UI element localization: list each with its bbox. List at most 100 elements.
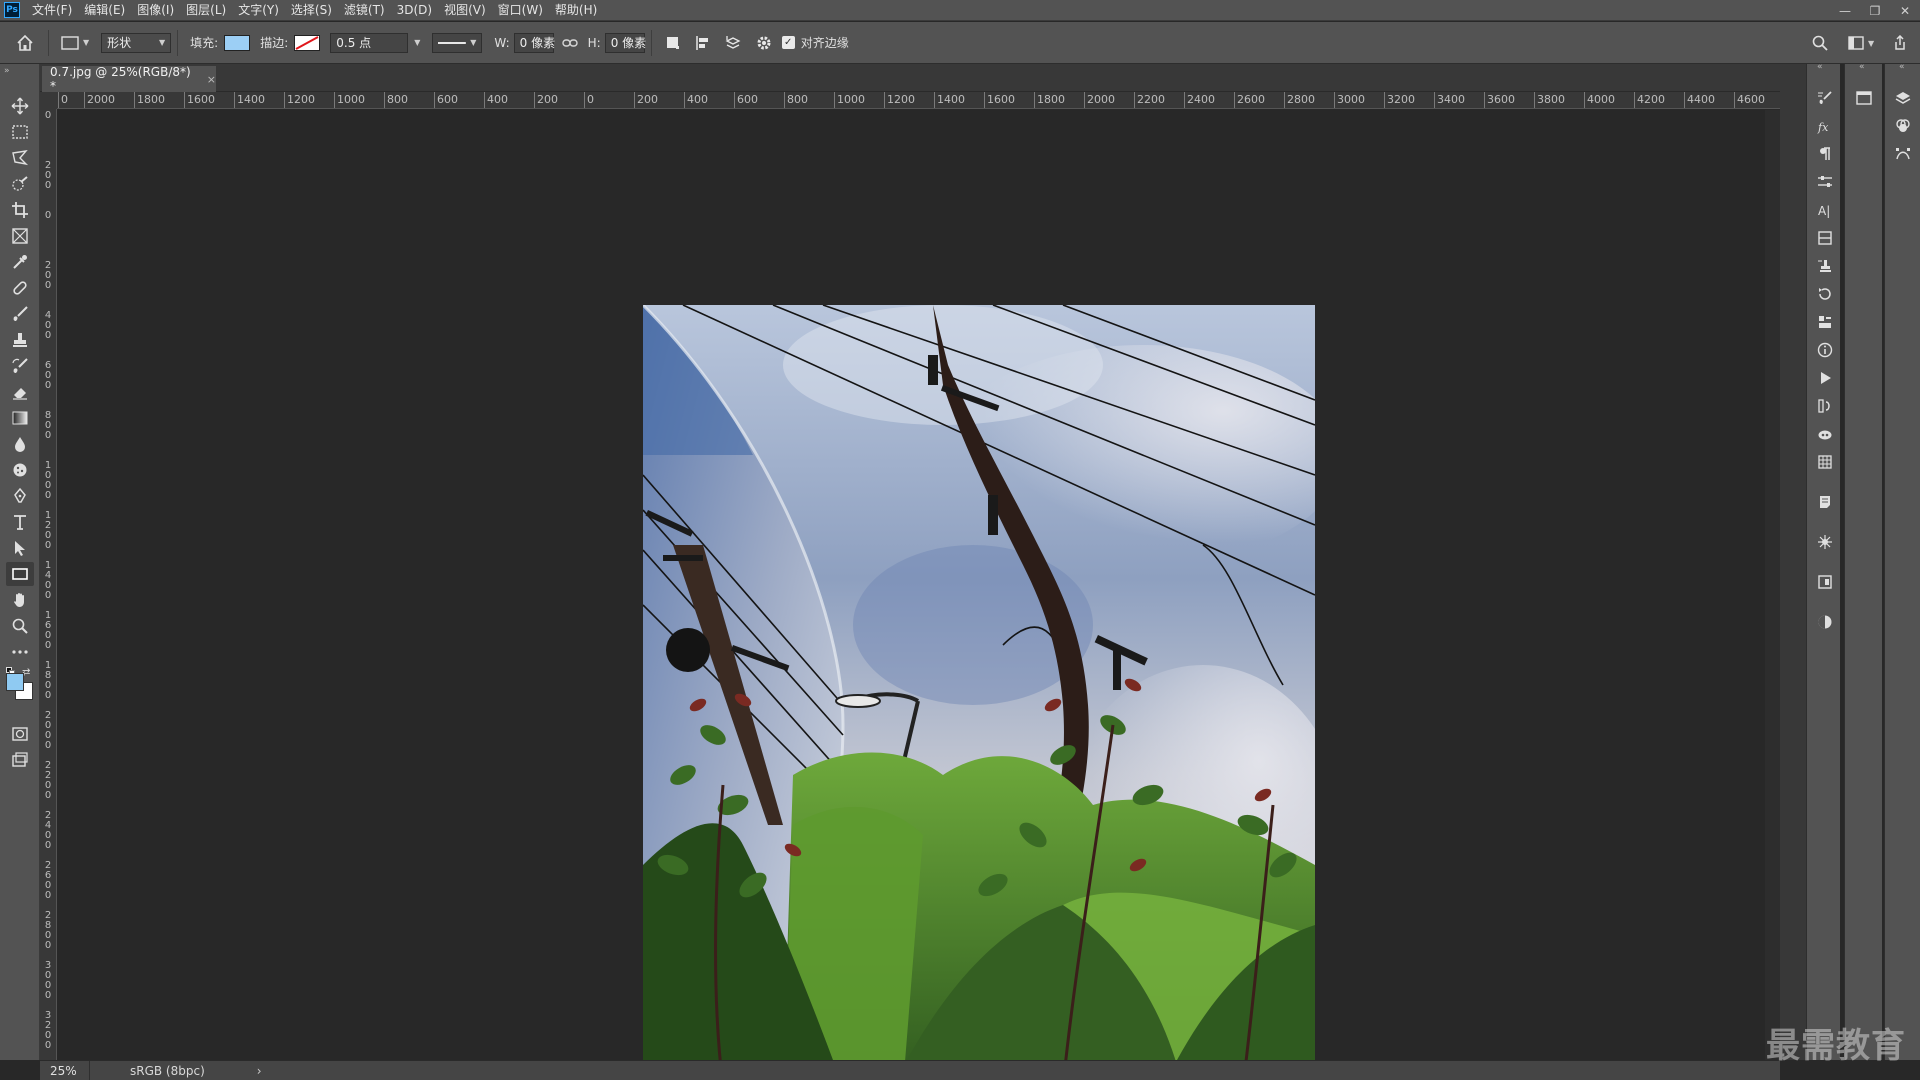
3d-panel-button[interactable] xyxy=(1815,424,1835,444)
search-button[interactable] xyxy=(1812,30,1828,56)
path-operations-button[interactable] xyxy=(664,30,682,56)
stroke-width-field[interactable]: 0.5 点 ▼ xyxy=(330,30,420,56)
width-field[interactable]: 0 像素 xyxy=(513,30,555,56)
pen-tool[interactable] xyxy=(6,484,34,508)
healing-brush-tool[interactable] xyxy=(6,276,34,300)
mode-select[interactable]: 形状 ▼ xyxy=(101,30,172,56)
minimize-button[interactable]: — xyxy=(1830,0,1860,21)
menu-select[interactable]: 选择(S) xyxy=(285,0,338,21)
marquee-tool[interactable] xyxy=(6,120,34,144)
brushes-panel-button[interactable] xyxy=(1815,532,1835,552)
restore-button[interactable]: ❐ xyxy=(1860,0,1890,21)
type-tool[interactable] xyxy=(6,510,34,534)
screen-mode-button[interactable] xyxy=(6,748,34,772)
rectangle-tool[interactable] xyxy=(6,562,34,586)
eraser-tool[interactable] xyxy=(6,380,34,404)
dodge-tool[interactable] xyxy=(6,458,34,482)
menu-filter[interactable]: 滤镜(T) xyxy=(338,0,391,21)
horizontal-ruler[interactable]: 0 2000 1800 1600 1400 1200 1000 800 600 400 200 0 20… xyxy=(57,92,1780,109)
paragraph-icon xyxy=(1820,147,1830,160)
status-menu-arrow[interactable]: › xyxy=(257,1064,262,1078)
stroke-swatch[interactable] xyxy=(294,30,321,56)
crop-tool[interactable] xyxy=(6,198,34,222)
paths-panel-button[interactable] xyxy=(1893,144,1913,164)
menu-file[interactable]: 文件(F) xyxy=(26,0,78,21)
quick-mask-button[interactable] xyxy=(6,722,34,746)
path-selection-tool[interactable] xyxy=(6,536,34,560)
paths-icon xyxy=(1896,148,1910,160)
brush-settings-panel-button[interactable] xyxy=(1815,88,1835,108)
styles-panel-button[interactable]: fx xyxy=(1815,116,1835,136)
clone-stamp-tool[interactable] xyxy=(6,328,34,352)
navigator-panel-button[interactable] xyxy=(1854,88,1874,108)
menu-window[interactable]: 窗口(W) xyxy=(492,0,549,21)
zoom-tool[interactable] xyxy=(6,614,34,638)
collapse-panels-icon[interactable]: « xyxy=(1817,62,1823,72)
tool-presets-panel-button[interactable] xyxy=(1815,312,1835,332)
svg-text:fx: fx xyxy=(1817,121,1829,134)
adjustments-panel-button[interactable] xyxy=(1815,172,1835,192)
chevron-down-icon: ▼ xyxy=(470,38,477,47)
libraries-panel-button[interactable] xyxy=(1815,572,1835,592)
fill-swatch[interactable] xyxy=(224,30,251,56)
align-edges-checkbox[interactable]: ✓ xyxy=(781,30,795,56)
menu-help[interactable]: 帮助(H) xyxy=(549,0,603,21)
share-button[interactable] xyxy=(1892,30,1908,56)
separator xyxy=(177,29,179,56)
vertical-ruler[interactable]: 0 200 0 200 400 600 800 1000 1200 1400 1600 1800 200… xyxy=(40,109,57,1060)
ruler-tick-label: 800 xyxy=(384,92,408,108)
close-tab-button[interactable]: × xyxy=(207,73,216,86)
channels-panel-button[interactable] xyxy=(1893,116,1913,136)
blur-tool[interactable] xyxy=(6,432,34,456)
canvas-area[interactable] xyxy=(58,110,1780,1080)
collapse-toolbar-icon[interactable]: » xyxy=(4,66,10,76)
info-panel-button[interactable] xyxy=(1815,340,1835,360)
menu-layer[interactable]: 图层(L) xyxy=(180,0,232,21)
settings-button[interactable] xyxy=(756,30,772,56)
quick-selection-tool[interactable] xyxy=(6,172,34,196)
vertical-scrollbar[interactable] xyxy=(1765,110,1780,1060)
path-arrangement-button[interactable] xyxy=(724,30,742,56)
layers-panel-button[interactable] xyxy=(1893,88,1913,108)
foreground-color-swatch[interactable] xyxy=(6,673,24,691)
document-tab[interactable]: 0.7.jpg @ 25%(RGB/8*) * × xyxy=(42,65,216,93)
menu-image[interactable]: 图像(I) xyxy=(131,0,180,21)
collapse-panels-icon[interactable]: « xyxy=(1859,62,1865,72)
character-panel-button[interactable]: A| xyxy=(1815,200,1835,220)
timeline-panel-button[interactable] xyxy=(1815,396,1835,416)
brush-tool[interactable] xyxy=(6,302,34,326)
hand-tool[interactable] xyxy=(6,588,34,612)
edit-toolbar-button[interactable] xyxy=(6,640,34,664)
clone-source-panel-button[interactable] xyxy=(1815,256,1835,276)
menu-3d[interactable]: 3D(D) xyxy=(391,0,438,21)
notes-panel-button[interactable] xyxy=(1815,492,1835,512)
stroke-type-select[interactable]: ▼ xyxy=(432,30,483,56)
history-panel-button[interactable] xyxy=(1815,284,1835,304)
workspace-switcher[interactable]: ▼ xyxy=(1848,30,1874,56)
height-field[interactable]: 0 像素 xyxy=(604,30,646,56)
chevron-down-icon: ▼ xyxy=(1868,38,1875,48)
menu-edit[interactable]: 编辑(E) xyxy=(78,0,131,21)
history-brush-tool[interactable] xyxy=(6,354,34,378)
color-panel-button[interactable] xyxy=(1815,612,1835,632)
ruler-origin[interactable] xyxy=(40,92,57,109)
character-styles-panel-button[interactable] xyxy=(1815,228,1835,248)
path-alignment-button[interactable] xyxy=(694,30,712,56)
eyedropper-tool[interactable] xyxy=(6,250,34,274)
gradient-tool[interactable] xyxy=(6,406,34,430)
collapse-panels-icon[interactable]: « xyxy=(1899,62,1905,72)
close-window-button[interactable]: ✕ xyxy=(1890,0,1920,21)
measurement-log-panel-button[interactable] xyxy=(1815,452,1835,472)
frame-tool[interactable] xyxy=(6,224,34,248)
move-tool[interactable] xyxy=(6,94,34,118)
zoom-level-field[interactable]: 25% xyxy=(40,1060,90,1080)
menu-view[interactable]: 视图(V) xyxy=(438,0,492,21)
link-dimensions-button[interactable] xyxy=(561,30,578,56)
actions-panel-button[interactable] xyxy=(1815,368,1835,388)
tool-preset-picker[interactable]: ▼ xyxy=(61,30,89,56)
menu-type[interactable]: 文字(Y) xyxy=(232,0,285,21)
home-button[interactable] xyxy=(16,30,34,56)
document-canvas[interactable] xyxy=(643,305,1315,1080)
lasso-tool[interactable] xyxy=(6,146,34,170)
paragraph-panel-button[interactable] xyxy=(1815,144,1835,164)
